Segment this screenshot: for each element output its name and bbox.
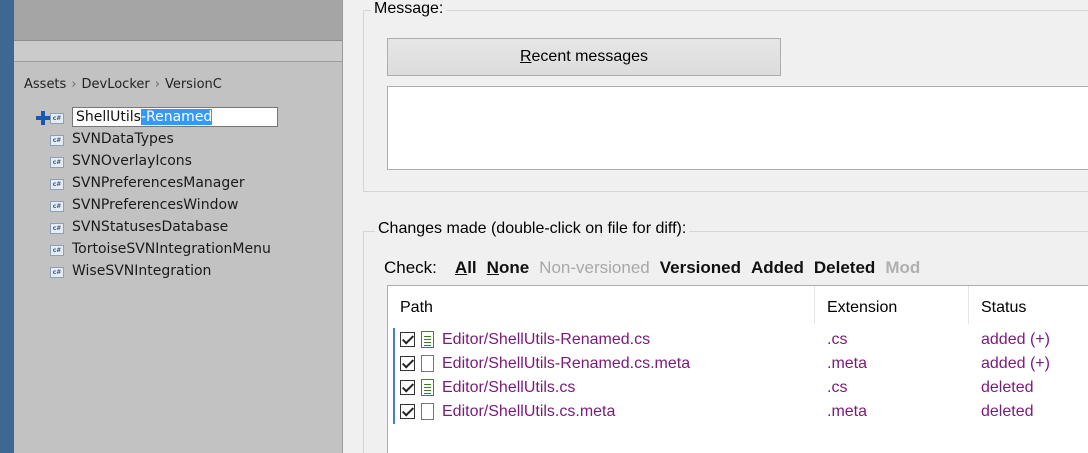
asset-list: c# ShellUtils-Renamed c# SVNDataTypes c#… [14,106,342,282]
row-checkbox[interactable] [400,332,415,347]
asset-item-label: SVNPreferencesManager [72,175,245,191]
csharp-script-icon: c# [50,157,64,168]
breadcrumb-separator-icon: › [154,77,160,92]
csharp-script-icon: c# [50,135,64,146]
csharp-script-icon: c# [50,267,64,278]
breadcrumb-assets[interactable]: Assets [24,77,66,92]
breadcrumb-separator-icon: › [71,77,77,92]
rename-input[interactable]: ShellUtils-Renamed [72,107,278,127]
check-modified-link[interactable]: Mod [885,258,920,277]
check-all-text: ll [467,258,477,277]
table-row[interactable]: Editor/ShellUtils-Renamed.cs .cs added (… [388,328,1088,352]
recent-messages-button[interactable]: Recent messages [387,38,781,76]
csharp-script-icon: c# [50,113,64,124]
check-label: Check: [384,258,437,277]
file-list-header: Path Extension Status [388,286,1088,324]
cs-file-icon [421,331,434,348]
asset-item[interactable]: c# SVNOverlayIcons [14,150,342,172]
commit-dialog: Message: Recent messages Changes made (d… [342,0,1088,453]
row-status: added (+) [981,355,1050,372]
row-status: added (+) [981,331,1050,348]
row-extension: .cs [827,379,848,396]
row-status: deleted [981,403,1034,420]
asset-item[interactable]: c# SVNPreferencesManager [14,172,342,194]
row-path: Editor/ShellUtils-Renamed.cs.meta [442,355,691,372]
breadcrumb-devlocker[interactable]: DevLocker [82,77,150,92]
row-path: Editor/ShellUtils.cs [442,379,576,396]
rename-selected-text: -Renamed [140,109,213,125]
row-checkbox[interactable] [400,404,415,419]
row-extension: .meta [827,355,868,372]
recent-messages-mnemonic: R [519,48,532,65]
rename-text: ShellUtils [76,109,141,125]
row-focus-bar [393,328,395,352]
check-filter-row: Check: All None Non-versioned Versioned Added… [384,256,920,280]
row-extension: .meta [827,403,868,420]
asset-item[interactable]: c# SVNStatusesDatabase [14,216,342,238]
csharp-script-icon: c# [50,245,64,256]
check-nonversioned-link[interactable]: Non-versioned [539,258,650,277]
check-added-link[interactable]: Added [751,258,804,277]
unity-search-bar [14,41,342,62]
row-status: deleted [981,379,1034,396]
table-row[interactable]: Editor/ShellUtils.cs .cs deleted [388,376,1088,400]
row-checkbox[interactable] [400,380,415,395]
row-focus-bar [393,376,395,400]
table-row[interactable]: Editor/ShellUtils.cs.meta .meta deleted [388,400,1088,424]
row-focus-bar [393,352,395,376]
asset-item[interactable]: c# SVNDataTypes [14,128,342,150]
check-all-mnemonic: A [454,258,468,277]
asset-item-label: SVNPreferencesWindow [72,197,239,213]
asset-item[interactable]: c# TortoiseSVNIntegrationMenu [14,238,342,260]
row-checkbox[interactable] [400,356,415,371]
row-extension: .cs [827,331,848,348]
column-status[interactable]: Status [969,286,1088,324]
check-none-text: one [498,258,530,277]
message-textarea[interactable] [387,86,1088,170]
breadcrumb: Assets › DevLocker › VersionC [24,77,222,92]
asset-item-label: WiseSVNIntegration [72,263,212,279]
row-focus-bar [393,400,395,424]
asset-item-label: TortoiseSVNIntegrationMenu [72,241,271,257]
breadcrumb-versioncontrol[interactable]: VersionC [165,77,222,92]
check-none-link[interactable]: None [487,258,530,277]
changed-files-list[interactable]: Path Extension Status Editor/ShellUtils-… [387,285,1088,453]
row-path: Editor/ShellUtils-Renamed.cs [442,331,651,348]
asset-item-label: SVNOverlayIcons [72,153,192,169]
csharp-script-icon: c# [50,201,64,212]
row-path: Editor/ShellUtils.cs.meta [442,403,616,420]
check-versioned-link[interactable]: Versioned [660,258,741,277]
file-icon [421,403,434,420]
table-row[interactable]: Editor/ShellUtils-Renamed.cs.meta .meta … [388,352,1088,376]
unity-project-panel: Assets › DevLocker › VersionC c# ShellUtils-… [14,0,342,453]
check-none-mnemonic: N [486,258,499,277]
file-icon [421,355,434,372]
csharp-script-icon: c# [50,179,64,190]
recent-messages-label: ecent messages [531,48,649,65]
unity-toolbar [14,0,342,41]
cs-file-icon [421,379,434,396]
message-label: Message: [371,0,447,18]
asset-item[interactable]: c# WiseSVNIntegration [14,260,342,282]
asset-item-label: SVNStatusesDatabase [72,219,229,235]
check-deleted-link[interactable]: Deleted [814,258,875,277]
asset-item-renaming[interactable]: c# ShellUtils-Renamed [14,106,342,128]
changes-label: Changes made (double-click on file for d… [375,218,690,240]
csharp-script-icon: c# [50,223,64,234]
column-path[interactable]: Path [388,286,815,324]
check-all-link[interactable]: All [455,258,477,277]
asset-item[interactable]: c# SVNPreferencesWindow [14,194,342,216]
column-extension[interactable]: Extension [815,286,969,324]
svn-added-overlay-icon [36,111,50,125]
asset-item-label: SVNDataTypes [72,131,174,147]
